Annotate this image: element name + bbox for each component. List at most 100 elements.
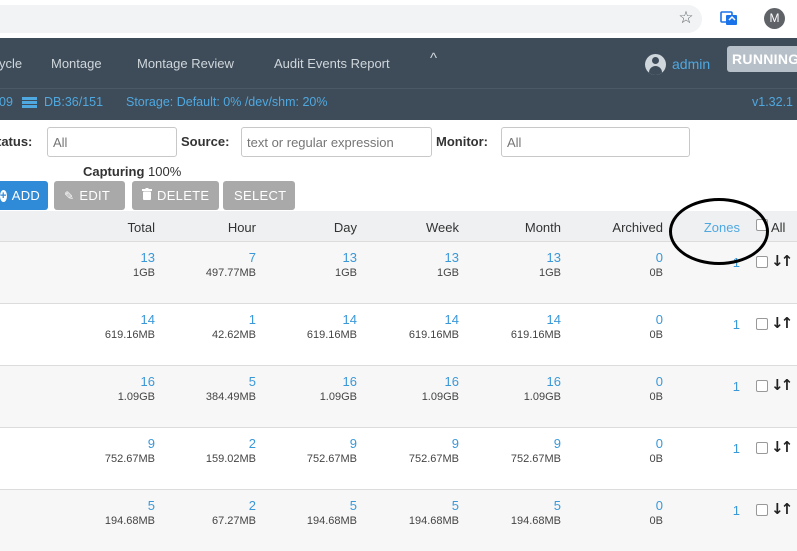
column-header-all: All [771, 220, 786, 235]
month-event-count-link[interactable]: 9 [511, 436, 561, 452]
column-header-day[interactable]: Day [334, 220, 357, 235]
cell-day: 14 619.16MB [307, 312, 357, 341]
star-icon[interactable]: ☆ [676, 8, 696, 28]
source-filter-input[interactable] [241, 127, 432, 157]
row-select-checkbox[interactable] [756, 504, 768, 516]
nav-item-audit-events-report[interactable]: Audit Events Report [274, 56, 390, 71]
hour-event-count-link[interactable]: 7 [206, 250, 256, 266]
day-event-count-link[interactable]: 16 [320, 374, 357, 390]
zones-count-link[interactable]: 1 [720, 441, 740, 456]
week-disk-size: 1.09GB [421, 391, 459, 403]
address-bar[interactable] [0, 5, 702, 33]
total-event-count-link[interactable]: 5 [105, 498, 155, 514]
sort-icon[interactable]: ↓↑ [771, 438, 793, 456]
sort-icon[interactable]: ↓↑ [771, 314, 793, 332]
row-select-checkbox[interactable] [756, 380, 768, 392]
total-disk-size: 1GB [132, 267, 155, 279]
hour-event-count-link[interactable]: 5 [206, 374, 256, 390]
row-select-checkbox[interactable] [756, 318, 768, 330]
week-disk-size: 1GB [436, 267, 459, 279]
day-event-count-link[interactable]: 9 [307, 436, 357, 452]
select-button[interactable]: SELECT [223, 181, 295, 210]
archived-event-count-link[interactable]: 0 [650, 374, 663, 390]
chevron-up-icon[interactable]: ^ [430, 50, 437, 67]
nav-item-montage[interactable]: Montage [51, 56, 102, 71]
week-event-count-link[interactable]: 9 [409, 436, 459, 452]
total-event-count-link[interactable]: 9 [105, 436, 155, 452]
cell-hour: 2 159.02MB [206, 436, 256, 465]
hour-disk-size: 42.62MB [211, 329, 256, 341]
total-event-count-link[interactable]: 14 [105, 312, 155, 328]
zones-count-link[interactable]: 1 [720, 503, 740, 518]
hour-event-count-link[interactable]: 2 [212, 498, 256, 514]
month-event-count-link[interactable]: 5 [511, 498, 561, 514]
table-row[interactable]: 5 194.68MB 2 67.27MB 5 194.68MB 5 194.68MB 5 194.… [0, 490, 797, 551]
table-row[interactable]: 13 1GB 7 497.77MB 13 1GB 13 1GB 13 1GB 0 0B 1 ↓↑ [0, 242, 797, 304]
row-select-checkbox[interactable] [756, 256, 768, 268]
profile-avatar[interactable]: M [764, 8, 785, 29]
day-event-count-link[interactable]: 5 [307, 498, 357, 514]
column-header-archived[interactable]: Archived [612, 220, 663, 235]
zones-count-link[interactable]: 1 [720, 255, 740, 270]
cell-archived: 0 0B [650, 250, 663, 279]
user-menu-link[interactable]: admin [672, 56, 710, 72]
archived-event-count-link[interactable]: 0 [650, 250, 663, 266]
total-disk-size: 194.68MB [104, 515, 155, 527]
hour-disk-size: 159.02MB [205, 453, 256, 465]
zones-count-link[interactable]: 1 [720, 379, 740, 394]
version-link[interactable]: v1.32.1 [752, 95, 793, 109]
table-row[interactable]: 16 1.09GB 5 384.49MB 16 1.09GB 16 1.09GB 16 1.09G… [0, 366, 797, 428]
status-filter-input[interactable] [47, 127, 177, 157]
hour-event-count-link[interactable]: 1 [212, 312, 256, 328]
delete-button[interactable]: DELETE [132, 181, 219, 210]
cell-total: 16 1.09GB [118, 374, 155, 403]
table-row[interactable]: 9 752.67MB 2 159.02MB 9 752.67MB 9 752.67MB 9 752… [0, 428, 797, 490]
week-event-count-link[interactable]: 13 [437, 250, 459, 266]
column-header-month[interactable]: Month [525, 220, 561, 235]
cell-day: 13 1GB [335, 250, 357, 279]
month-event-count-link[interactable]: 13 [539, 250, 561, 266]
run-state-button[interactable]: RUNNING [727, 46, 797, 72]
column-header-week[interactable]: Week [426, 220, 459, 235]
zones-count-link[interactable]: 1 [720, 317, 740, 332]
column-header-zones[interactable]: Zones [704, 220, 740, 235]
archived-event-count-link[interactable]: 0 [650, 436, 663, 452]
hour-event-count-link[interactable]: 2 [206, 436, 256, 452]
day-event-count-link[interactable]: 13 [335, 250, 357, 266]
total-event-count-link[interactable]: 16 [118, 374, 155, 390]
user-icon[interactable] [645, 54, 666, 75]
week-event-count-link[interactable]: 5 [409, 498, 459, 514]
nav-item-montage-review[interactable]: Montage Review [137, 56, 234, 71]
sort-icon[interactable]: ↓↑ [771, 376, 793, 394]
archived-event-count-link[interactable]: 0 [650, 312, 663, 328]
edit-icon: ✎ [64, 188, 75, 203]
row-select-checkbox[interactable] [756, 442, 768, 454]
column-header-total[interactable]: Total [128, 220, 155, 235]
week-event-count-link[interactable]: 14 [409, 312, 459, 328]
archived-event-count-link[interactable]: 0 [650, 498, 663, 514]
month-disk-size: 619.16MB [510, 329, 561, 341]
sort-icon[interactable]: ↓↑ [771, 252, 793, 270]
main-navbar: ycle Montage Montage Review Audit Events… [0, 38, 797, 88]
database-icon [22, 97, 37, 109]
table-row[interactable]: 14 619.16MB 1 42.62MB 14 619.16MB 14 619.16MB 14… [0, 304, 797, 366]
column-header-hour[interactable]: Hour [228, 220, 256, 235]
capturing-value: 100% [148, 164, 182, 179]
month-event-count-link[interactable]: 14 [511, 312, 561, 328]
week-event-count-link[interactable]: 16 [422, 374, 459, 390]
archived-disk-size: 0B [649, 329, 663, 341]
hour-disk-size: 384.49MB [205, 391, 256, 403]
extension-icon[interactable] [719, 8, 739, 28]
nav-item-cycle[interactable]: ycle [0, 56, 22, 71]
add-button[interactable]: + ADD [0, 181, 48, 210]
select-all-checkbox[interactable] [756, 219, 768, 231]
capturing-label: Capturing [83, 164, 145, 179]
edit-button-label: EDIT [79, 188, 111, 203]
edit-button[interactable]: ✎ EDIT [54, 181, 125, 210]
monitor-filter-input[interactable] [501, 127, 690, 157]
month-event-count-link[interactable]: 16 [524, 374, 561, 390]
cell-archived: 0 0B [650, 312, 663, 341]
sort-icon[interactable]: ↓↑ [771, 500, 793, 518]
total-event-count-link[interactable]: 13 [133, 250, 155, 266]
day-event-count-link[interactable]: 14 [307, 312, 357, 328]
